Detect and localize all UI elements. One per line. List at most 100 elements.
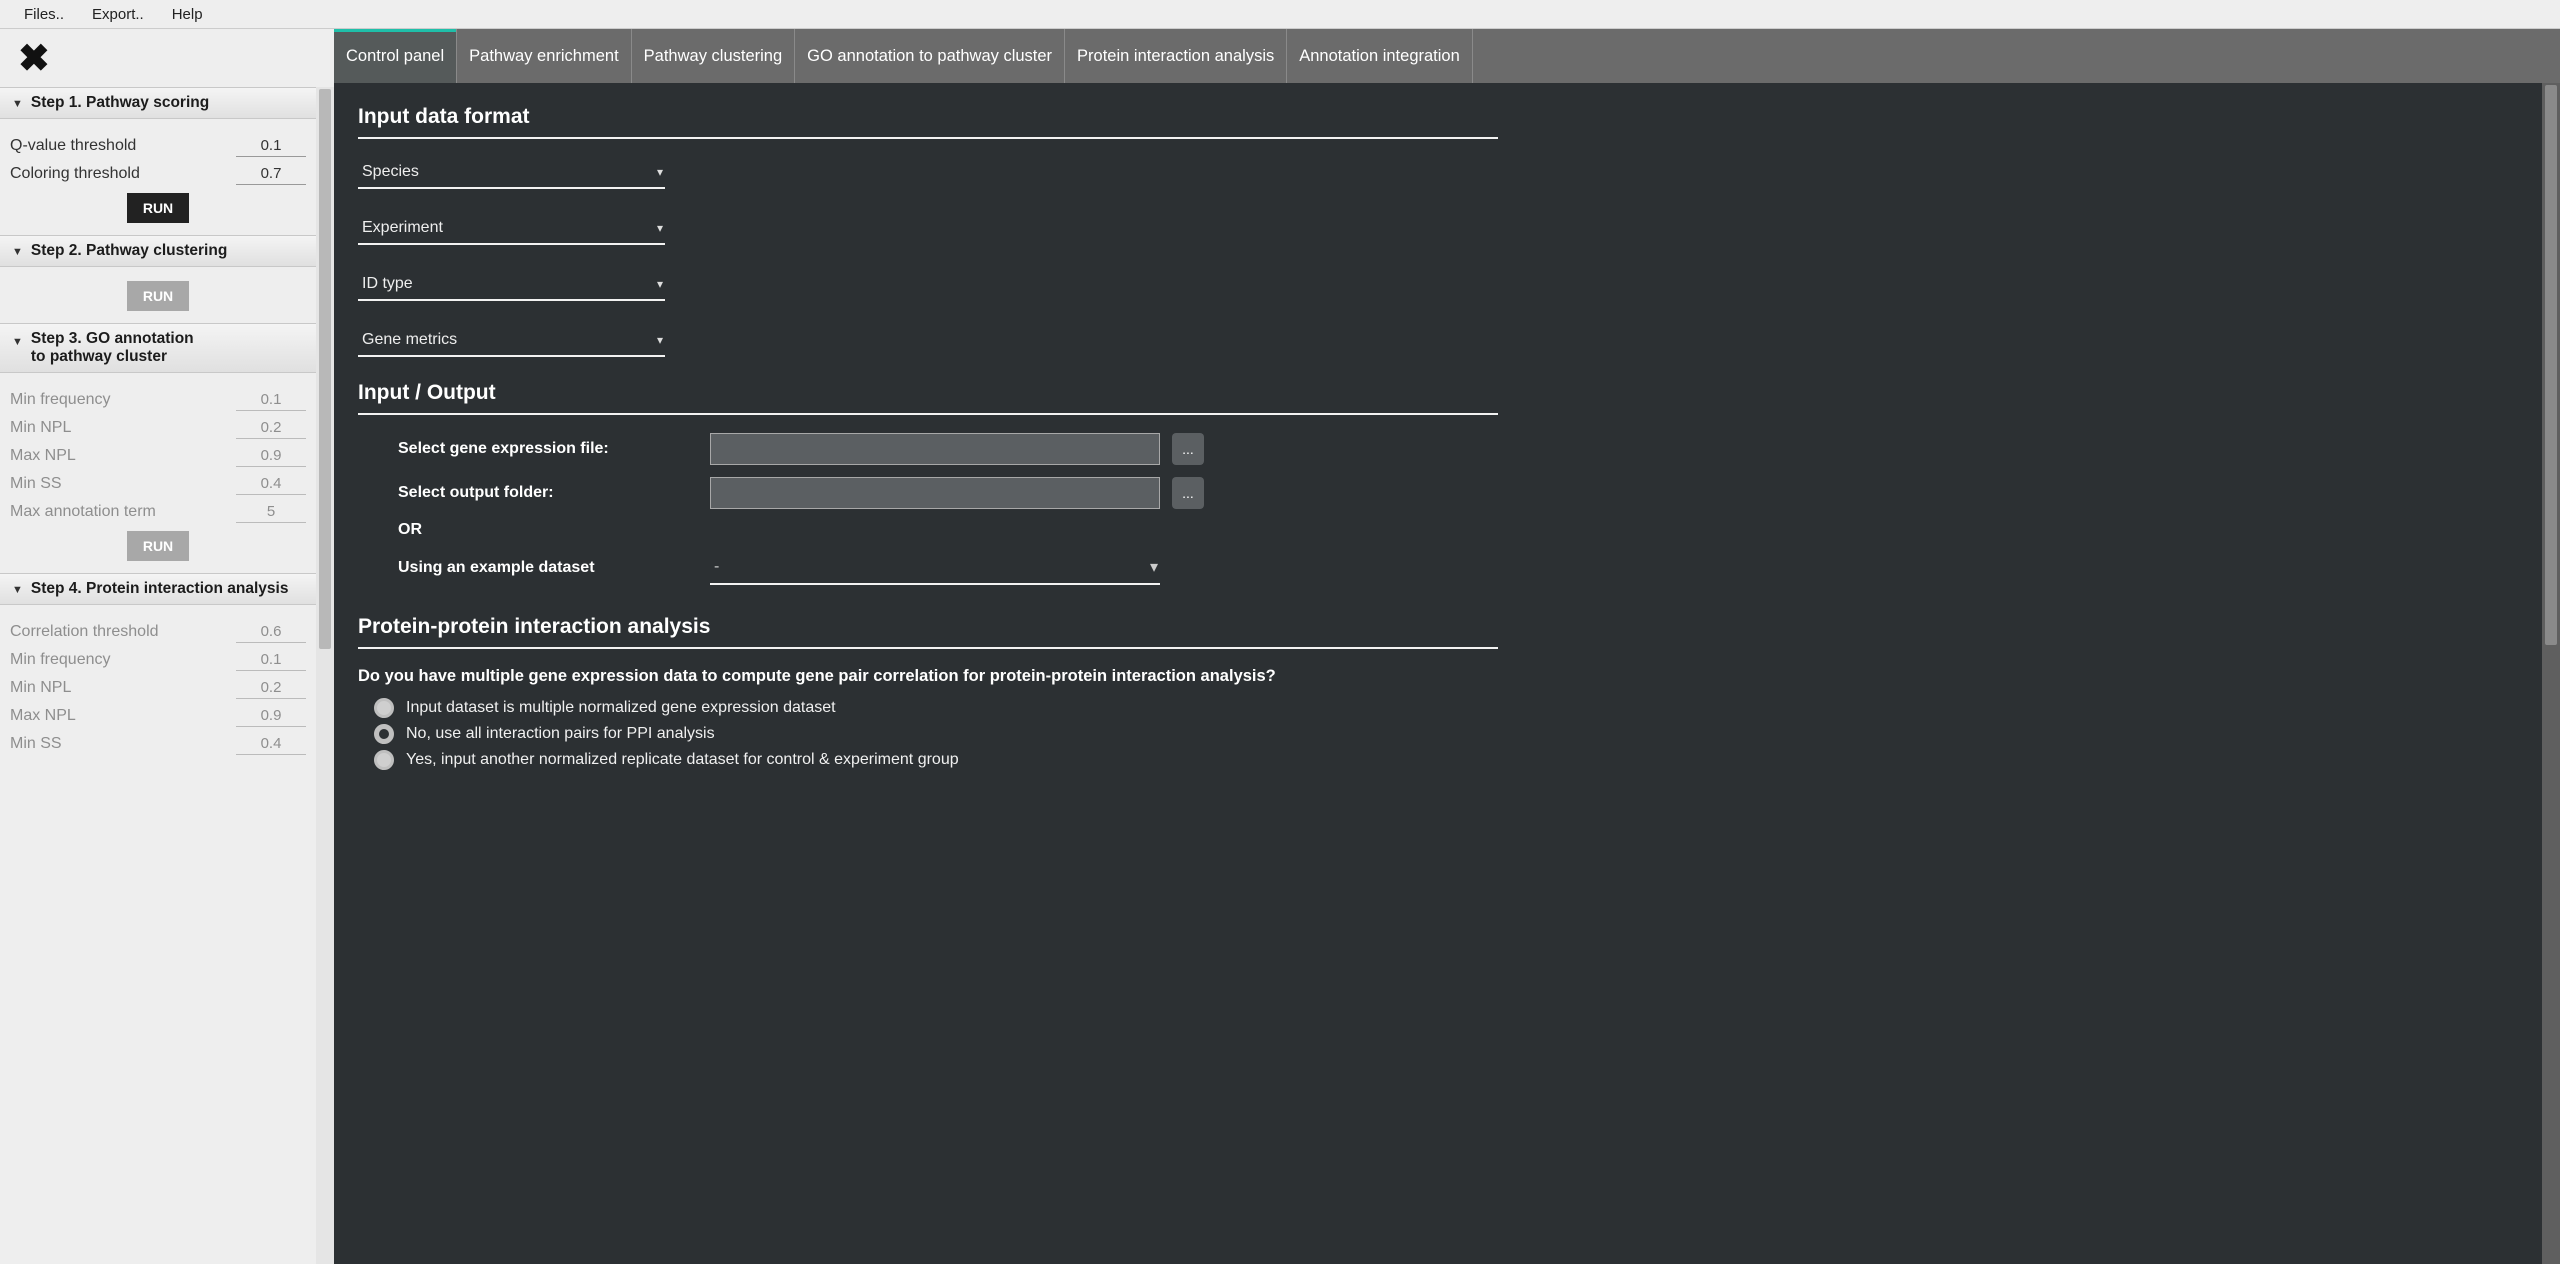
tab-go-annotation[interactable]: GO annotation to pathway cluster — [795, 29, 1065, 83]
step3-title: Step 3. GO annotation to pathway cluster — [31, 330, 194, 366]
logo-area: ✖ — [0, 29, 334, 87]
min-npl-input[interactable] — [236, 417, 306, 439]
step2-body: RUN — [0, 267, 316, 323]
idtype-label: ID type — [362, 275, 413, 293]
gene-file-input[interactable] — [710, 433, 1160, 465]
ppi-option-2[interactable]: No, use all interaction pairs for PPI an… — [374, 724, 2518, 744]
ppi-option-3-label: Yes, input another normalized replicate … — [406, 751, 959, 769]
tab-pathway-clustering[interactable]: Pathway clustering — [632, 29, 796, 83]
content-scrollbar-thumb[interactable] — [2545, 85, 2557, 645]
menu-files[interactable]: Files.. — [10, 2, 78, 27]
step1-body: Q-value threshold Coloring threshold RUN — [0, 119, 316, 235]
qvalue-input[interactable] — [236, 135, 306, 157]
step2-header[interactable]: ▼ Step 2. Pathway clustering — [0, 235, 316, 267]
step1-header[interactable]: ▼ Step 1. Pathway scoring — [0, 87, 316, 119]
collapse-icon: ▼ — [12, 330, 23, 348]
step4-title: Step 4. Protein interaction analysis — [31, 580, 289, 598]
tab-annotation-integration[interactable]: Annotation integration — [1287, 29, 1473, 83]
max-npl-input[interactable] — [236, 445, 306, 467]
step2-title: Step 2. Pathway clustering — [31, 242, 227, 260]
sidebar-column: ✖ ▼ Step 1. Pathway scoring Q-value thre… — [0, 29, 334, 1264]
radio-icon — [374, 724, 394, 744]
coloring-label: Coloring threshold — [10, 165, 236, 183]
corr-input[interactable] — [236, 621, 306, 643]
min-ss4-input[interactable] — [236, 733, 306, 755]
step3-title-a: Step 3. GO annotation — [31, 330, 194, 347]
min-ss-label: Min SS — [10, 475, 236, 493]
or-label: OR — [398, 521, 698, 539]
chevron-down-icon: ▾ — [1150, 557, 1158, 577]
select-folder-label: Select output folder: — [398, 484, 698, 502]
ppi-option-3[interactable]: Yes, input another normalized replicate … — [374, 750, 2518, 770]
min-ss-input[interactable] — [236, 473, 306, 495]
min-npl4-label: Min NPL — [10, 679, 236, 697]
max-npl-label: Max NPL — [10, 447, 236, 465]
example-dataset-value: - — [714, 558, 719, 576]
coloring-input[interactable] — [236, 163, 306, 185]
example-dataset-dropdown[interactable]: - ▾ — [710, 551, 1160, 585]
sidebar-scrollbar-thumb[interactable] — [319, 89, 331, 649]
chevron-down-icon: ▾ — [657, 165, 663, 179]
ppi-question: Do you have multiple gene expression dat… — [358, 667, 2518, 686]
logo-icon: ✖ — [18, 36, 50, 81]
min-npl4-input[interactable] — [236, 677, 306, 699]
ppi-option-1[interactable]: Input dataset is multiple normalized gen… — [374, 698, 2518, 718]
step3-header[interactable]: ▼ Step 3. GO annotation to pathway clust… — [0, 323, 316, 373]
step4-body: Correlation threshold Min frequency Min … — [0, 605, 316, 773]
tab-protein-interaction[interactable]: Protein interaction analysis — [1065, 29, 1287, 83]
chevron-down-icon: ▾ — [657, 221, 663, 235]
ppi-option-1-label: Input dataset is multiple normalized gen… — [406, 699, 836, 717]
io-grid: Select gene expression file: ... Select … — [398, 433, 2518, 585]
min-freq-input[interactable] — [236, 389, 306, 411]
sidebar: ▼ Step 1. Pathway scoring Q-value thresh… — [0, 87, 316, 1264]
divider — [358, 137, 1498, 139]
collapse-icon: ▼ — [12, 94, 23, 110]
min-ss4-label: Min SS — [10, 735, 236, 753]
max-term-input[interactable] — [236, 501, 306, 523]
step3-body: Min frequency Min NPL Max NPL Min SS — [0, 373, 316, 573]
radio-icon — [374, 698, 394, 718]
min-freq4-input[interactable] — [236, 649, 306, 671]
species-label: Species — [362, 163, 419, 181]
experiment-dropdown[interactable]: Experiment ▾ — [358, 213, 665, 245]
io-heading: Input / Output — [358, 381, 2518, 405]
radio-icon — [374, 750, 394, 770]
collapse-icon: ▼ — [12, 242, 23, 258]
idtype-dropdown[interactable]: ID type ▾ — [358, 269, 665, 301]
example-dataset-label: Using an example dataset — [398, 559, 698, 577]
content-scrollbar[interactable] — [2542, 83, 2560, 1264]
content-panel: Input data format Species ▾ Experiment ▾… — [334, 83, 2542, 1264]
browse-file-button[interactable]: ... — [1172, 433, 1204, 465]
step3-title-b: to pathway cluster — [31, 348, 167, 365]
output-folder-input[interactable] — [710, 477, 1160, 509]
chevron-down-icon: ▾ — [657, 333, 663, 347]
chevron-down-icon: ▾ — [657, 277, 663, 291]
corr-label: Correlation threshold — [10, 623, 236, 641]
species-dropdown[interactable]: Species ▾ — [358, 157, 665, 189]
step1-run-button[interactable]: RUN — [127, 193, 189, 223]
main-column: Control panel Pathway enrichment Pathway… — [334, 29, 2560, 1264]
max-npl4-input[interactable] — [236, 705, 306, 727]
gene-metrics-dropdown[interactable]: Gene metrics ▾ — [358, 325, 665, 357]
collapse-icon: ▼ — [12, 580, 23, 596]
step2-run-button[interactable]: RUN — [127, 281, 189, 311]
max-npl4-label: Max NPL — [10, 707, 236, 725]
ppi-heading: Protein-protein interaction analysis — [358, 615, 2518, 639]
tab-bar: Control panel Pathway enrichment Pathway… — [334, 29, 2560, 83]
tab-pathway-enrichment[interactable]: Pathway enrichment — [457, 29, 632, 83]
step3-run-button[interactable]: RUN — [127, 531, 189, 561]
menu-export[interactable]: Export.. — [78, 2, 158, 27]
min-freq-label: Min frequency — [10, 391, 236, 409]
min-freq4-label: Min frequency — [10, 651, 236, 669]
browse-folder-button[interactable]: ... — [1172, 477, 1204, 509]
step4-header[interactable]: ▼ Step 4. Protein interaction analysis — [0, 573, 316, 605]
select-file-label: Select gene expression file: — [398, 440, 698, 458]
sidebar-scrollbar[interactable] — [316, 87, 334, 1264]
divider — [358, 413, 1498, 415]
experiment-label: Experiment — [362, 219, 443, 237]
step1-title: Step 1. Pathway scoring — [31, 94, 209, 112]
menu-bar: Files.. Export.. Help — [0, 0, 2560, 29]
divider — [358, 647, 1498, 649]
tab-control-panel[interactable]: Control panel — [334, 29, 457, 83]
menu-help[interactable]: Help — [158, 2, 217, 27]
